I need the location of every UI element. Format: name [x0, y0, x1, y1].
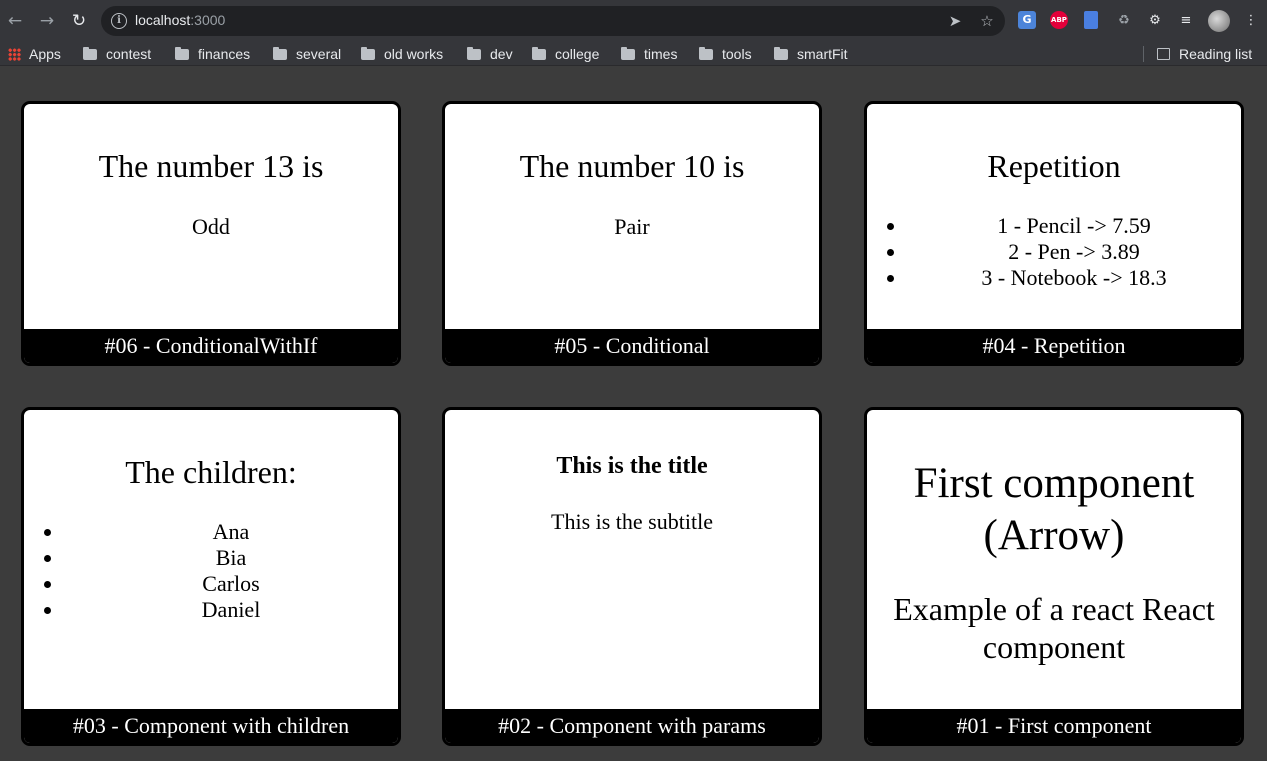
reload-icon[interactable]: ↻: [67, 9, 91, 33]
browser-toolbar: ← → ↻ i localhost:3000 ➤ ☆ G ABP ♻ ⚙ ≡ ⋮: [0, 0, 1267, 42]
bookmarks-bar: Apps contest finances several old works …: [0, 42, 1267, 66]
card-footer: #04 - Repetition: [867, 329, 1241, 363]
reading-list-button[interactable]: Reading list: [1157, 45, 1252, 63]
folder-icon: [175, 46, 189, 60]
card-component-with-params: This is the title This is the subtitle #…: [442, 407, 822, 746]
card-title-line: (Arrow): [983, 512, 1125, 559]
bookmarks-divider: [1143, 46, 1144, 62]
card-footer: #06 - ConditionalWithIf: [24, 329, 398, 363]
bookmark-folder[interactable]: dev: [467, 45, 513, 63]
bookmark-folder[interactable]: several: [273, 45, 341, 63]
folder-icon: [83, 46, 97, 60]
card-subtitle: Example of a react React component: [867, 590, 1241, 666]
card-subtitle-line: component: [982, 629, 1126, 665]
card-conditional-with-if: The number 13 is Odd #06 - ConditionalWi…: [21, 101, 401, 366]
card-subtitle: This is the subtitle: [551, 509, 713, 534]
menu-dots-icon[interactable]: ⋮: [1241, 11, 1261, 31]
card-repetition: Repetition 1 - Pencil -> 7.59 2 - Pen ->…: [864, 101, 1244, 366]
card-conditional: The number 10 is Pair #05 - Conditional: [442, 101, 822, 366]
card-component-with-children: The children: Ana Bia Carlos Daniel #03 …: [21, 407, 401, 746]
card-title: This is the title: [556, 453, 708, 479]
bookmark-folder[interactable]: finances: [175, 45, 250, 63]
folder-icon: [361, 46, 375, 60]
back-arrow-icon[interactable]: ←: [3, 9, 27, 33]
card-title: The children:: [125, 454, 297, 490]
list-item: 2 - Pen -> 3.89: [907, 239, 1241, 265]
site-info-icon[interactable]: i: [111, 13, 127, 29]
card-title: The number 10 is: [519, 148, 745, 184]
children-list: Ana Bia Carlos Daniel: [24, 519, 398, 623]
adblock-extension-icon[interactable]: ABP: [1050, 11, 1068, 29]
folder-icon: [273, 46, 287, 60]
bookmark-folder[interactable]: contest: [83, 45, 151, 63]
extensions-puzzle-icon[interactable]: ⚙: [1145, 11, 1165, 31]
bookmark-folder[interactable]: smartFit: [774, 45, 848, 63]
bookmark-folder[interactable]: old works: [361, 45, 443, 63]
folder-icon: [774, 46, 788, 60]
card-footer: #03 - Component with children: [24, 709, 398, 743]
bookmark-apps[interactable]: Apps: [8, 45, 61, 63]
list-item: Bia: [64, 545, 398, 571]
card-first-component: First component (Arrow) Example of a rea…: [864, 407, 1244, 746]
send-tab-icon[interactable]: ➤: [945, 11, 965, 31]
card-result: Pair: [614, 214, 650, 239]
card-title: First component (Arrow): [867, 458, 1241, 562]
media-queue-icon[interactable]: ≡: [1176, 11, 1196, 31]
address-bar[interactable]: i localhost:3000 ➤ ☆: [101, 6, 1005, 36]
card-footer: #05 - Conditional: [445, 329, 819, 363]
folder-icon: [699, 46, 713, 60]
card-result: Odd: [192, 214, 230, 239]
list-item: Ana: [64, 519, 398, 545]
profile-avatar[interactable]: [1208, 10, 1230, 32]
folder-icon: [621, 46, 635, 60]
reading-list-icon: [1157, 48, 1170, 60]
forward-arrow-icon[interactable]: →: [35, 9, 59, 33]
card-title: Repetition: [987, 148, 1121, 184]
card-title-line: First component: [913, 460, 1195, 507]
card-footer: #02 - Component with params: [445, 709, 819, 743]
bookmark-folder[interactable]: tools: [699, 45, 752, 63]
product-list: 1 - Pencil -> 7.59 2 - Pen -> 3.89 3 - N…: [867, 213, 1241, 291]
bookmark-folder[interactable]: college: [532, 45, 599, 63]
list-item: 1 - Pencil -> 7.59: [907, 213, 1241, 239]
list-item: Daniel: [64, 597, 398, 623]
folder-icon: [532, 46, 546, 60]
apps-grid-icon: [8, 47, 21, 61]
list-item: Carlos: [64, 571, 398, 597]
bookmark-star-icon[interactable]: ☆: [977, 11, 997, 31]
url-text[interactable]: localhost:3000: [135, 12, 225, 28]
card-subtitle-line: Example of a react React: [893, 591, 1215, 627]
list-item: 3 - Notebook -> 18.3: [907, 265, 1241, 291]
bookmark-folder[interactable]: times: [621, 45, 677, 63]
recycle-extension-icon[interactable]: ♻: [1114, 11, 1134, 31]
card-title: The number 13 is: [98, 148, 324, 184]
translate-extension-icon[interactable]: G: [1018, 11, 1036, 29]
docs-extension-icon[interactable]: [1084, 11, 1098, 29]
folder-icon: [467, 46, 481, 60]
card-footer: #01 - First component: [867, 709, 1241, 743]
